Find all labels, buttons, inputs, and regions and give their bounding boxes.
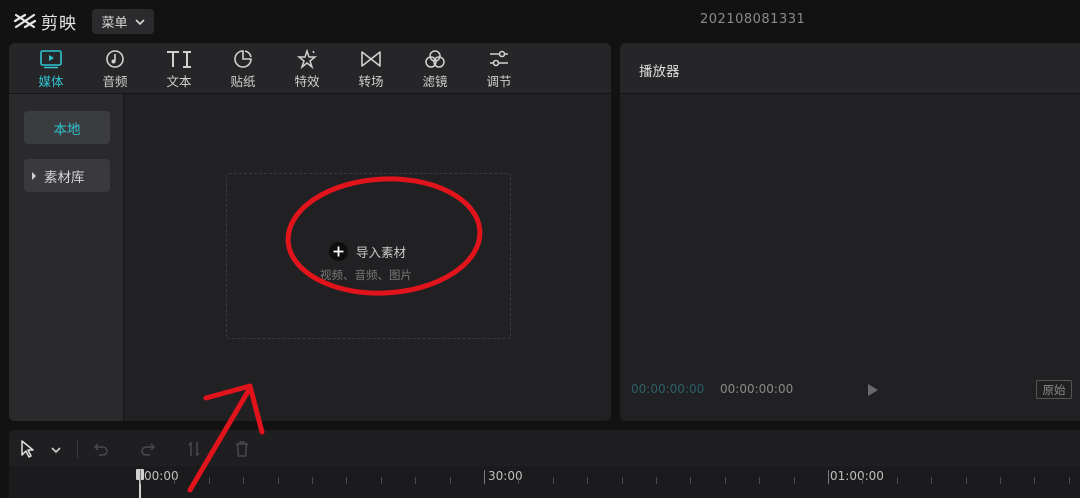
audio-icon: [106, 50, 124, 68]
media-sidebar: 本地 素材库: [9, 94, 124, 421]
ruler-tick: [380, 477, 382, 484]
ruler-tick: [587, 477, 589, 484]
ruler-tick: [621, 477, 623, 484]
ruler-tick: [828, 470, 829, 484]
ruler-tick: [793, 477, 795, 484]
tab-filter[interactable]: 滤镜: [407, 43, 463, 94]
ruler-tick: [277, 477, 279, 484]
effects-icon: [296, 49, 318, 69]
top-bar: 剪映 菜单 202108081331: [0, 0, 1080, 42]
import-media-label: 导入素材: [356, 245, 407, 260]
ruler-tick: [896, 477, 898, 484]
ruler-tick: [931, 477, 933, 484]
tab-effects-label: 特效: [294, 74, 320, 89]
asset-toolbar: 媒体 音频 文本 贴纸 特效 转场 滤镜 调节: [9, 43, 611, 94]
media-icon: [40, 50, 62, 69]
tab-transition-label: 转场: [358, 74, 384, 89]
filter-icon: [425, 50, 445, 68]
ruler-label-30: 30:00: [488, 469, 523, 483]
ruler-tick: [965, 477, 967, 484]
play-icon[interactable]: [867, 383, 879, 397]
aspect-ratio-button[interactable]: 原始: [1036, 380, 1072, 399]
menu-label: 菜单: [101, 16, 128, 31]
chevron-down-icon[interactable]: [51, 447, 61, 453]
ruler-tick: [518, 477, 520, 484]
ruler-tick: [312, 477, 313, 484]
redo-icon[interactable]: [140, 442, 156, 456]
timeline-toolbar: [9, 430, 1080, 466]
sidebar-item-local[interactable]: 本地: [24, 111, 110, 144]
ruler-tick: [1034, 477, 1036, 484]
tab-adjust[interactable]: 调节: [471, 43, 527, 94]
ruler-label-start: 00:00: [144, 469, 179, 483]
tab-text-label: 文本: [166, 74, 192, 89]
import-media-hint: 视频、音频、图片: [320, 268, 412, 282]
timeline-panel: 00:00 30:00 01:00:00: [9, 430, 1080, 498]
tab-filter-label: 滤镜: [422, 74, 448, 89]
tab-sticker-label: 贴纸: [230, 74, 256, 89]
ruler-tick: [1000, 477, 1001, 484]
tab-media[interactable]: 媒体: [23, 43, 79, 94]
text-icon: [167, 51, 191, 68]
media-panel: 媒体 音频 文本 贴纸 特效 转场 滤镜 调节 本地 素材库 导入素材 视频、音…: [9, 43, 611, 421]
project-title: 202108081331: [700, 12, 806, 27]
split-icon[interactable]: [187, 441, 201, 457]
ruler-tick: [174, 477, 176, 484]
ruler-tick: [690, 477, 692, 484]
current-timecode: 00:00:00:00: [631, 382, 705, 396]
tab-effects[interactable]: 特效: [279, 43, 335, 94]
player-panel: 播放器 00:00:00:00 00:00:00:00 原始: [620, 43, 1080, 421]
ruler-tick: [759, 477, 761, 484]
adjust-icon: [490, 50, 508, 67]
ruler-tick: [243, 477, 245, 484]
undo-icon[interactable]: [93, 442, 109, 456]
ruler-tick: [449, 477, 451, 484]
timeline-ruler[interactable]: 00:00 30:00 01:00:00: [9, 466, 1080, 498]
caret-right-icon: [32, 171, 36, 180]
import-media-button[interactable]: 导入素材: [329, 242, 406, 261]
tab-sticker[interactable]: 贴纸: [215, 43, 271, 94]
capcut-logo-icon: [13, 13, 37, 29]
sidebar-item-library-label: 素材库: [44, 169, 85, 186]
app-name: 剪映: [41, 13, 77, 34]
tab-text[interactable]: 文本: [151, 43, 207, 94]
sidebar-item-library[interactable]: 素材库: [24, 159, 110, 192]
tab-transition[interactable]: 转场: [343, 43, 399, 94]
player-title: 播放器: [639, 64, 680, 80]
tab-audio-label: 音频: [102, 74, 128, 89]
select-cursor-icon[interactable]: [20, 440, 36, 458]
ruler-tick: [208, 477, 210, 484]
ruler-tick: [140, 470, 141, 484]
ruler-tick: [415, 477, 417, 484]
sticker-icon: [234, 50, 252, 68]
transition-icon: [361, 51, 381, 67]
tab-audio[interactable]: 音频: [87, 43, 143, 94]
ruler-tick: [656, 477, 657, 484]
ruler-tick: [1068, 477, 1070, 484]
chevron-down-icon: [134, 18, 145, 25]
ruler-tick: [724, 477, 726, 484]
ruler-label-60: 01:00:00: [830, 469, 884, 483]
plus-icon: [329, 242, 348, 261]
player-header: 播放器: [620, 43, 1080, 94]
app-logo: 剪映: [13, 8, 77, 34]
ruler-tick: [552, 477, 554, 484]
menu-button[interactable]: 菜单: [92, 9, 154, 34]
toolbar-divider: [77, 440, 78, 458]
tab-adjust-label: 调节: [486, 74, 512, 89]
ruler-tick: [484, 470, 485, 484]
tab-media-label: 媒体: [38, 74, 64, 89]
ruler-tick: [346, 477, 348, 484]
ruler-tick: [862, 477, 864, 484]
total-timecode: 00:00:00:00: [720, 382, 794, 396]
delete-icon[interactable]: [235, 441, 249, 457]
